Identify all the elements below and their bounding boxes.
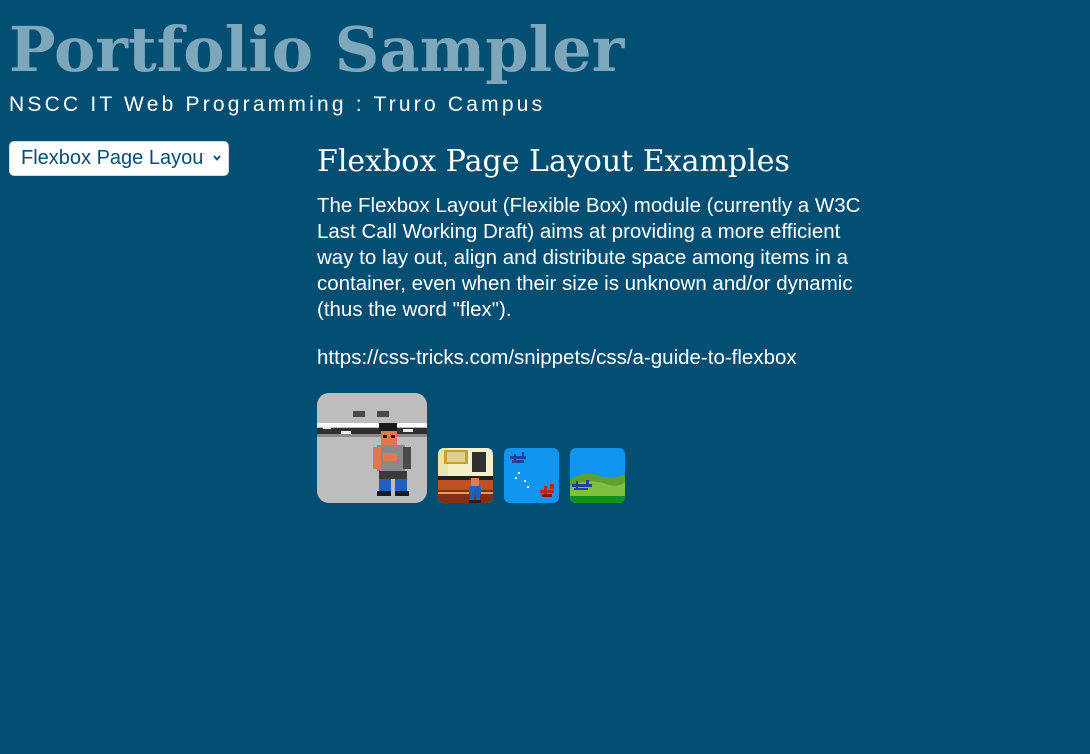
gallery-image-room[interactable] (438, 448, 493, 503)
chevron-down-icon (213, 155, 221, 161)
image-gallery (317, 393, 647, 503)
reference-link[interactable]: https://css-tricks.com/snippets/css/a-gu… (317, 345, 862, 371)
gallery-image-brawler[interactable] (317, 393, 427, 503)
page-select-value: Flexbox Page Layout Examples (21, 147, 204, 169)
page-heading: Flexbox Page Layout Examples (317, 144, 790, 179)
site-title: Portfolio Sampler (9, 13, 625, 86)
gallery-image-biplane-hills[interactable] (570, 448, 625, 503)
page-select-dropdown[interactable]: Flexbox Page Layout Examples (9, 141, 229, 176)
site-subtitle: NSCC IT Web Programming : Truro Campus (9, 93, 546, 116)
intro-paragraph: The Flexbox Layout (Flexible Box) module… (317, 194, 861, 321)
gallery-image-biplanes-sky[interactable] (504, 448, 559, 503)
main-content: Flexbox Page Layout Examples The Flexbox… (317, 140, 862, 371)
